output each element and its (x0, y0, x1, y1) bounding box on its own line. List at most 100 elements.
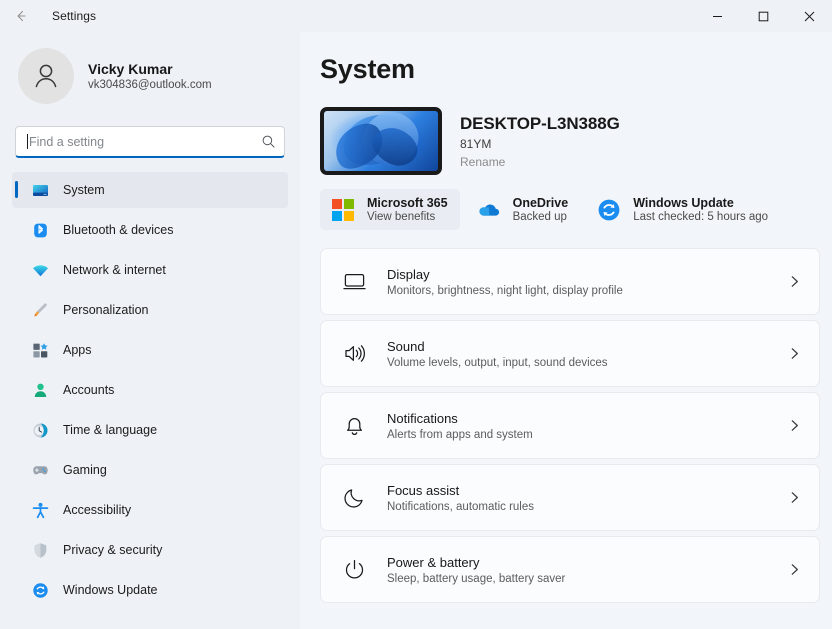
microsoft-logo-icon (330, 197, 356, 223)
back-arrow-icon (17, 10, 26, 22)
search-input[interactable]: Find a setting (15, 126, 285, 158)
moon-icon (341, 485, 367, 511)
settings-row-text: Display Monitors, brightness, night ligh… (387, 267, 768, 297)
search-wrap: Find a setting (15, 126, 285, 158)
settings-window: Settings Vicky Kumar vk304836@outlook.co… (0, 0, 832, 629)
person-icon (32, 382, 49, 399)
refresh-icon (596, 197, 622, 223)
device-model: 81YM (460, 136, 492, 151)
app-title: Settings (52, 9, 97, 23)
sidebar-item-label: Windows Update (63, 583, 158, 597)
sidebar-item-system[interactable]: System (12, 172, 288, 208)
sidebar-item-accessibility[interactable]: Accessibility (12, 492, 288, 528)
chevron-right-icon (788, 419, 801, 432)
account-card[interactable]: Vicky Kumar vk304836@outlook.com (12, 32, 288, 116)
sidebar-item-label: Bluetooth & devices (63, 223, 174, 237)
bluetooth-icon (32, 222, 49, 239)
settings-row-display[interactable]: Display Monitors, brightness, night ligh… (320, 248, 820, 315)
power-icon (341, 557, 367, 583)
settings-row-focus-assist[interactable]: Focus assist Notifications, automatic ru… (320, 464, 820, 531)
sidebar: Vicky Kumar vk304836@outlook.com Find a … (0, 32, 300, 629)
account-email: vk304836@outlook.com (88, 79, 212, 91)
quicklink-title: Microsoft 365 (367, 196, 448, 210)
person-avatar-icon (35, 64, 57, 88)
settings-row-text: Notifications Alerts from apps and syste… (387, 411, 768, 441)
sidebar-item-label: Time & language (63, 423, 158, 437)
back-button[interactable] (4, 0, 38, 32)
settings-row-title: Notifications (387, 410, 458, 426)
device-info: DESKTOP-L3N388G 81YM Rename (460, 114, 620, 169)
settings-row-notifications[interactable]: Notifications Alerts from apps and syste… (320, 392, 820, 459)
quicklink-microsoft-365[interactable]: Microsoft 365 View benefits (320, 189, 460, 230)
sidebar-item-label: Accounts (63, 383, 115, 397)
main-content: System DESKTOP-L3N388G 81YM Rename Micro… (300, 32, 832, 629)
wifi-icon (32, 262, 49, 279)
settings-row-title: Focus assist (387, 482, 460, 498)
bell-icon (341, 413, 367, 439)
quicklink-text: OneDrive Backed up (513, 196, 569, 223)
quicklink-sub: Backed up (512, 211, 567, 223)
accessibility-person-icon (32, 502, 49, 519)
sidebar-item-network-internet[interactable]: Network & internet (12, 252, 288, 288)
page-title: System (320, 54, 415, 84)
onedrive-cloud-icon (476, 197, 502, 223)
settings-row-sub: Volume levels, output, input, sound devi… (387, 356, 608, 369)
quicklink-title: Windows Update (633, 196, 734, 210)
settings-row-title: Sound (387, 338, 425, 354)
rename-link[interactable]: Rename (460, 155, 620, 169)
windows-bloom-wallpaper-thumbnail (320, 107, 442, 175)
maximize-button[interactable] (740, 0, 786, 32)
monitor-outline-icon (341, 269, 367, 295)
sidebar-item-gaming[interactable]: Gaming (12, 452, 288, 488)
settings-row-sound[interactable]: Sound Volume levels, output, input, soun… (320, 320, 820, 387)
sidebar-item-label: Apps (63, 343, 92, 357)
sidebar-item-label: Network & internet (63, 263, 166, 277)
sidebar-item-label: System (63, 183, 105, 197)
paintbrush-icon (32, 302, 49, 319)
sidebar-item-personalization[interactable]: Personalization (12, 292, 288, 328)
quicklink-text: Windows Update Last checked: 5 hours ago (633, 196, 768, 223)
clock-icon (32, 422, 49, 439)
sidebar-item-bluetooth-devices[interactable]: Bluetooth & devices (12, 212, 288, 248)
account-text: Vicky Kumar vk304836@outlook.com (88, 61, 212, 91)
device-name: DESKTOP-L3N388G (460, 113, 620, 133)
search-icon (261, 134, 276, 149)
sidebar-item-label: Accessibility (63, 503, 132, 517)
titlebar: Settings (0, 0, 832, 32)
gamepad-icon (32, 462, 49, 479)
sidebar-item-label: Privacy & security (63, 543, 163, 557)
settings-row-sub: Sleep, battery usage, battery saver (387, 572, 566, 585)
close-icon (804, 11, 814, 21)
window-controls (694, 0, 832, 32)
search-placeholder: Find a setting (29, 134, 105, 149)
chevron-right-icon (788, 491, 801, 504)
settings-row-sub: Notifications, automatic rules (387, 500, 535, 513)
sidebar-item-time-language[interactable]: Time & language (12, 412, 288, 448)
settings-row-sub: Monitors, brightness, night light, displ… (387, 284, 623, 297)
sidebar-item-windows-update[interactable]: Windows Update (12, 572, 288, 608)
maximize-icon (758, 11, 768, 21)
quicklink-onedrive[interactable]: OneDrive Backed up (466, 189, 581, 230)
sidebar-item-label: Personalization (63, 303, 149, 317)
quicklink-title: OneDrive (512, 196, 569, 210)
sidebar-item-accounts[interactable]: Accounts (12, 372, 288, 408)
settings-row-power-battery[interactable]: Power & battery Sleep, battery usage, ba… (320, 536, 820, 603)
sidebar-item-privacy-security[interactable]: Privacy & security (12, 532, 288, 568)
settings-row-text: Focus assist Notifications, automatic ru… (387, 483, 768, 513)
device-summary: DESKTOP-L3N388G 81YM Rename (320, 107, 820, 175)
minimize-button[interactable] (694, 0, 740, 32)
close-button[interactable] (786, 0, 832, 32)
window-body: Vicky Kumar vk304836@outlook.com Find a … (0, 32, 832, 629)
sidebar-item-apps[interactable]: Apps (12, 332, 288, 368)
text-caret (27, 134, 28, 149)
quicklink-windows-update[interactable]: Windows Update Last checked: 5 hours ago (586, 189, 780, 230)
quicklink-text: Microsoft 365 View benefits (367, 196, 448, 223)
chevron-right-icon (788, 275, 801, 288)
account-name: Vicky Kumar (88, 61, 173, 77)
settings-card-list: Display Monitors, brightness, night ligh… (320, 248, 820, 603)
speaker-icon (341, 341, 367, 367)
apps-grid-icon (32, 342, 49, 359)
quicklinks: Microsoft 365 View benefits OneDrive Bac… (320, 189, 820, 230)
shield-icon (32, 542, 49, 559)
settings-row-sub: Alerts from apps and system (387, 428, 533, 441)
